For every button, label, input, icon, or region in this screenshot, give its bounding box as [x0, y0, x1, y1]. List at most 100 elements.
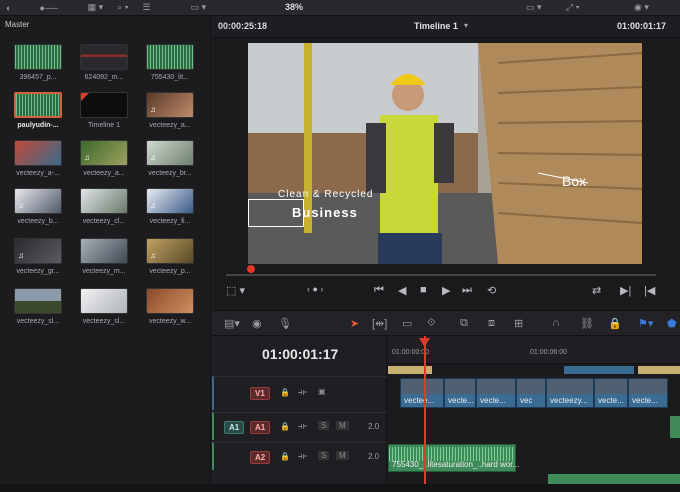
warehouse-scene: [248, 43, 642, 264]
timeline-playhead[interactable]: [424, 336, 426, 492]
media-clip[interactable]: ♫ vecteezy_fi...: [140, 188, 200, 225]
slider-icon[interactable]: ●──: [39, 3, 57, 13]
mute-button[interactable]: M: [336, 451, 349, 460]
insert-clip-icon[interactable]: ⧉: [460, 317, 468, 330]
loop-icon[interactable]: ⟲: [487, 284, 496, 297]
fullscreen-icon[interactable]: ⤢ ▾: [566, 2, 579, 13]
grid-view-icon[interactable]: ▦ ▾: [88, 2, 104, 13]
video-clip[interactable]: vecte...: [444, 378, 476, 408]
viewer-scrubber[interactable]: [226, 274, 656, 276]
track-label-a2[interactable]: A2: [250, 451, 271, 464]
media-clip[interactable]: vecteezy_a-...: [8, 140, 68, 177]
replace-clip-icon[interactable]: ⊞: [514, 317, 523, 330]
track-label-v1[interactable]: V1: [250, 387, 270, 400]
flag-icon[interactable]: ⚑▾: [638, 317, 653, 330]
video-clip[interactable]: vec: [516, 378, 546, 408]
go-to-end-icon[interactable]: ⏭: [462, 284, 472, 297]
media-clip[interactable]: ♫ vecteezy_a...: [74, 140, 134, 177]
lock-icon[interactable]: 🔒: [280, 422, 290, 431]
solo-button[interactable]: S: [318, 421, 330, 430]
auto-select-icon[interactable]: ⟛: [298, 421, 307, 432]
viewer-layout-icon[interactable]: ▭ ▾: [191, 2, 207, 13]
audio-clip[interactable]: 755430_..litesaturation_..hard wor...: [388, 444, 519, 472]
previous-edit-icon[interactable]: |◀: [644, 284, 655, 297]
marker-icon[interactable]: ⬟: [667, 317, 677, 330]
next-edit-icon[interactable]: ▶|: [620, 284, 631, 297]
video-clip[interactable]: vecte...: [476, 378, 516, 408]
video-frame[interactable]: [248, 43, 642, 264]
media-clip[interactable]: ♫ vecteezy_gr...: [8, 238, 68, 275]
media-clip[interactable]: ♫ vecteezy_p...: [140, 238, 200, 275]
media-clip[interactable]: Timeline 1: [74, 92, 134, 129]
media-clip[interactable]: 624092_m...: [74, 44, 134, 81]
lock-icon[interactable]: 🔒: [608, 317, 622, 330]
eye-icon[interactable]: ◉: [252, 317, 262, 330]
trim-tool-icon[interactable]: [⇹]: [372, 317, 387, 330]
go-to-start-icon[interactable]: ⏮: [374, 284, 384, 297]
auto-select-icon[interactable]: ⟛: [298, 387, 307, 398]
media-clip[interactable]: 396457_p...: [8, 44, 68, 81]
lock-icon[interactable]: 🔒: [280, 452, 290, 461]
link-icon[interactable]: ⛓: [580, 317, 594, 330]
viewer-playhead[interactable]: [247, 265, 255, 273]
video-clip[interactable]: vecte...: [628, 378, 668, 408]
timeline-area[interactable]: 01:00:00:00 01:00:06:00 vectee... vecte.…: [388, 336, 680, 492]
ruler-label: 01:00:06:00: [530, 349, 567, 356]
media-clip[interactable]: paulyudin-...: [8, 92, 68, 129]
zoom-level[interactable]: 38%: [285, 2, 303, 12]
lock-icon[interactable]: 🔒: [280, 388, 290, 397]
video-clip[interactable]: vectee...: [400, 378, 444, 408]
stop-icon[interactable]: ■: [420, 284, 427, 296]
monitor-icon[interactable]: ▭ ▾: [526, 2, 542, 13]
snapping-icon[interactable]: ∩: [552, 317, 560, 329]
clip-thumbnail: ♫: [146, 238, 194, 264]
timeline-name[interactable]: Timeline 1: [414, 21, 458, 31]
track-header-v1: V1 🔒 ⟛ ▣: [212, 376, 387, 410]
clip-label: vecte...: [598, 396, 624, 405]
sort-icon[interactable]: ☰: [143, 2, 151, 13]
source-patch-a1[interactable]: A1: [224, 421, 245, 434]
dynamic-trim-icon[interactable]: ▭: [402, 317, 412, 330]
media-clip[interactable]: ♫ vecteezy_a...: [140, 92, 200, 129]
media-clip[interactable]: vecteezy_m...: [74, 238, 134, 275]
crop-icon[interactable]: ⬚ ▾: [226, 284, 245, 297]
media-clip[interactable]: ♫ vecteezy_b...: [8, 188, 68, 225]
jog-icon[interactable]: ‹ ● ›: [307, 284, 323, 294]
audio-clip[interactable]: [548, 474, 680, 484]
media-clip[interactable]: vecteezy_sl...: [74, 288, 134, 325]
mute-button[interactable]: M: [336, 421, 349, 430]
blade-tool-icon[interactable]: ⟐: [427, 317, 436, 330]
title-overlay-line2: Business: [292, 205, 358, 220]
media-clip[interactable]: vecteezy_sl...: [8, 288, 68, 325]
clip-thumbnail: [14, 140, 62, 166]
audio-clip[interactable]: [670, 416, 680, 438]
timeline-view-icon[interactable]: ▤▾: [224, 317, 240, 330]
auto-select-icon[interactable]: ⟛: [298, 451, 307, 462]
track-label-a1[interactable]: A1: [250, 421, 271, 434]
microphone-icon[interactable]: 🎙: [278, 317, 292, 330]
match-frame-icon[interactable]: ⇄: [592, 284, 601, 297]
video-clip[interactable]: vecte...: [594, 378, 628, 408]
audio-icon[interactable]: ◐: [6, 3, 11, 13]
title-clip[interactable]: [638, 366, 680, 374]
select-tool-icon[interactable]: ➤: [350, 317, 359, 330]
disable-track-icon[interactable]: ▣: [318, 387, 326, 396]
media-clip[interactable]: vecteezy_w...: [140, 288, 200, 325]
chevron-down-icon[interactable]: ▾: [464, 21, 468, 30]
play-icon[interactable]: ▶: [442, 284, 450, 297]
play-reverse-icon[interactable]: ◀: [398, 284, 406, 297]
video-clip[interactable]: vecteezy...: [546, 378, 594, 408]
viewer: Clean & Recycled Business Box ⬚ ▾ ‹ ● › …: [212, 38, 680, 310]
media-clip[interactable]: vecteezy_cl...: [74, 188, 134, 225]
track-header-a1: A1 A1 🔒 ⟛ S M 2.0: [212, 412, 387, 440]
solo-button[interactable]: S: [318, 451, 330, 460]
media-clip[interactable]: 755430_lit...: [140, 44, 200, 81]
search-icon[interactable]: ⌕ ▾: [117, 2, 128, 13]
title-clip[interactable]: [564, 366, 634, 374]
overwrite-clip-icon[interactable]: ⧈: [488, 317, 495, 330]
audio-note-icon: ♫: [18, 201, 24, 210]
timeline-ruler[interactable]: 01:00:00:00 01:00:06:00: [388, 336, 680, 364]
color-icon[interactable]: ◉ ▾: [634, 2, 649, 13]
media-clip[interactable]: ♫ vecteezy_br...: [140, 140, 200, 177]
timeline-timecode: 01:00:01:17: [262, 346, 339, 362]
